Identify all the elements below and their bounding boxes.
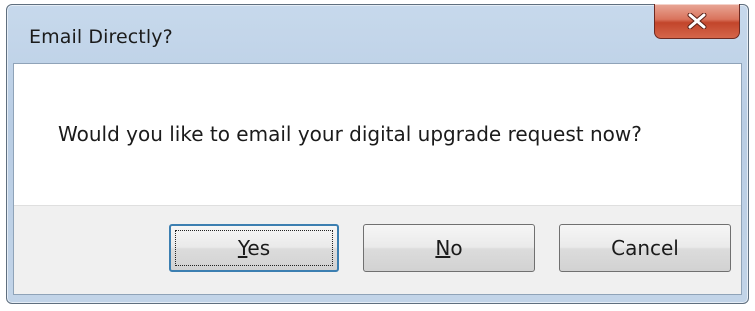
no-mnemonic: N (435, 236, 451, 260)
cancel-button-label: Cancel (611, 236, 679, 260)
dialog-content: Would you like to email your digital upg… (13, 63, 742, 295)
dialog-message: Would you like to email your digital upg… (58, 122, 642, 146)
message-area: Would you like to email your digital upg… (14, 64, 741, 205)
no-button-label: No (435, 236, 462, 260)
close-button[interactable] (654, 4, 740, 39)
close-icon (687, 13, 707, 29)
dialog-window: Email Directly? Would you like to email … (6, 4, 749, 304)
button-bar: Yes No Cancel (14, 205, 741, 294)
no-button[interactable]: No (363, 224, 535, 272)
title-bar[interactable]: Email Directly? (7, 4, 748, 63)
no-label-rest: o (450, 236, 463, 260)
yes-button[interactable]: Yes (169, 224, 339, 272)
cancel-button[interactable]: Cancel (559, 224, 731, 272)
focus-rectangle (175, 230, 333, 266)
dialog-title: Email Directly? (29, 26, 173, 48)
